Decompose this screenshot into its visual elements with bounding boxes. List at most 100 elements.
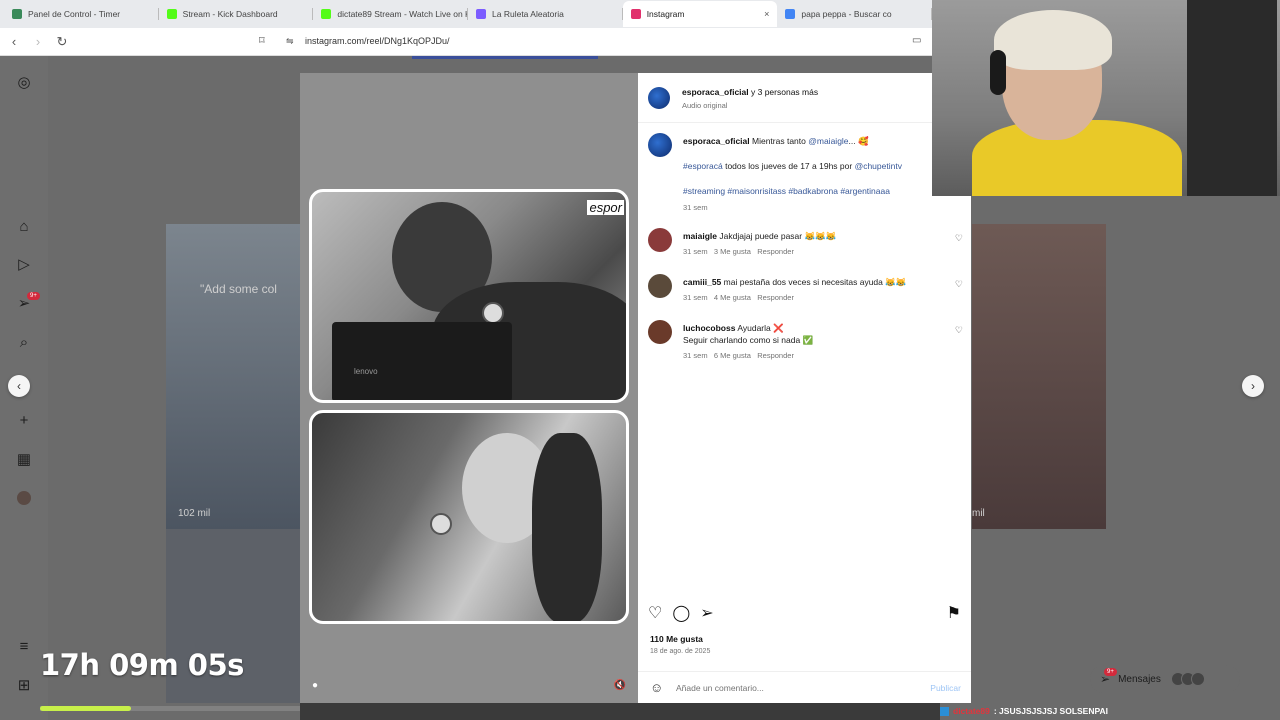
- previous-reel-button[interactable]: ‹: [8, 375, 30, 397]
- home-icon[interactable]: ⌂: [14, 216, 34, 236]
- like-count[interactable]: 110 Me gusta: [650, 634, 703, 644]
- like-icon[interactable]: ♡: [648, 603, 662, 623]
- tab-label: Instagram: [646, 9, 685, 19]
- publish-button[interactable]: Publicar: [930, 683, 961, 693]
- tab-favicon-icon: [785, 9, 796, 19]
- mute-icon[interactable]: 🔇: [614, 680, 626, 691]
- header-rest[interactable]: y 3 personas más: [751, 87, 818, 97]
- background-reel-right[interactable]: [972, 224, 1106, 529]
- comment-time: 31 sem: [683, 247, 708, 256]
- emoji-icon[interactable]: ☺: [650, 680, 663, 695]
- background-views-right: mil: [972, 508, 985, 519]
- browser-tab[interactable]: papa peppa - Buscar co: [777, 1, 932, 27]
- comment-time: 31 sem: [683, 293, 708, 302]
- caption-username[interactable]: esporaca_oficial: [683, 136, 750, 146]
- caption-mention[interactable]: @maiaigle: [808, 136, 848, 146]
- save-icon[interactable]: ⚑: [947, 603, 961, 623]
- top-accent: [412, 56, 598, 59]
- header-username[interactable]: esporaca_oficial: [682, 87, 749, 97]
- post-header: esporaca_oficial y 3 personas más Audio …: [638, 73, 971, 123]
- reel-video[interactable]: lenovo espor ● 🔇: [300, 73, 638, 703]
- comment-text: Jakdjajaj puede pasar 😹😹😹: [719, 231, 837, 241]
- instagram-logo-icon[interactable]: ◎: [14, 72, 34, 92]
- comment-likes[interactable]: 3 Me gusta: [714, 247, 751, 256]
- comment-avatar[interactable]: [648, 274, 672, 298]
- caption-text: Mientras tanto: [752, 136, 806, 146]
- share-icon[interactable]: ➢: [700, 603, 713, 623]
- comment-avatar[interactable]: [648, 228, 672, 252]
- comment-username[interactable]: luchocoboss: [683, 323, 735, 333]
- close-tab-icon[interactable]: ×: [764, 9, 769, 19]
- comment-text-line: luchocoboss Ayudarla ❌: [683, 323, 784, 334]
- post-panel: esporaca_oficial y 3 personas más Audio …: [638, 73, 971, 703]
- tab-favicon-icon: [630, 9, 641, 19]
- browser-tab[interactable]: Stream - Kick Dashboard: [159, 1, 314, 27]
- comment-username[interactable]: camiii_55: [683, 277, 721, 287]
- next-reel-button[interactable]: ›: [1242, 375, 1264, 397]
- reply-button[interactable]: Responder: [757, 247, 794, 256]
- comment-like-icon[interactable]: ♡: [955, 279, 963, 290]
- bottom-strip: [300, 703, 940, 720]
- reload-icon[interactable]: ↻: [52, 32, 72, 52]
- browser-tab[interactable]: Instagram ×: [622, 1, 778, 27]
- cast-icon[interactable]: ▭: [912, 35, 921, 46]
- tab-label: dictate89 Stream - Watch Live on Ki: [337, 9, 469, 19]
- browser-tab[interactable]: dictate89 Stream - Watch Live on Ki: [313, 1, 468, 27]
- comment-meta: 31 sem 6 Me gusta Responder: [683, 351, 794, 360]
- video-frame-top: lenovo espor: [309, 189, 629, 403]
- microphone: [430, 513, 452, 535]
- comment-like-icon[interactable]: ♡: [955, 233, 963, 244]
- caption-line-2: #esporacá todos los jueves de 17 a 19hs …: [683, 161, 902, 171]
- site-info-icon[interactable]: ⇋: [286, 36, 294, 47]
- dashboard-icon[interactable]: ▦: [14, 449, 34, 469]
- comment-time: 31 sem: [683, 351, 708, 360]
- search-icon[interactable]: ⌕: [14, 332, 34, 352]
- tab-favicon-icon: [321, 9, 332, 19]
- comment-like-icon[interactable]: ♡: [955, 325, 963, 336]
- chat-ticker: dictate89 : JSUSJSJSJSJ SOLSENPAI: [940, 704, 1108, 718]
- comment-likes[interactable]: 4 Me gusta: [714, 293, 751, 302]
- caption-hashtags[interactable]: #streaming #maisonrisitass #badkabrona #…: [683, 186, 890, 196]
- bookmark-icon[interactable]: ⌑: [259, 34, 265, 47]
- background-reel-left[interactable]: [166, 224, 300, 529]
- comment-likes[interactable]: 6 Me gusta: [714, 351, 751, 360]
- reels-icon[interactable]: ▷: [14, 254, 34, 274]
- create-icon[interactable]: +: [14, 410, 34, 430]
- more-menu-icon[interactable]: ≡: [14, 636, 34, 656]
- caption-mention-2[interactable]: @chupetintv: [855, 161, 902, 171]
- also-from-meta-icon[interactable]: ⊞: [14, 675, 34, 695]
- reply-button[interactable]: Responder: [757, 293, 794, 302]
- comment-input[interactable]: [676, 683, 906, 693]
- avatar: [1190, 672, 1205, 686]
- video-frame-bottom: [309, 410, 629, 624]
- tab-label: Panel de Control - Timer: [28, 9, 121, 19]
- comment-avatar[interactable]: [648, 320, 672, 344]
- person-hair: [532, 433, 602, 621]
- browser-tab[interactable]: Panel de Control - Timer: [4, 1, 159, 27]
- back-icon[interactable]: ‹: [4, 32, 24, 52]
- caption-avatar[interactable]: [648, 133, 672, 157]
- streamer-hair: [994, 10, 1112, 70]
- comment-text-2: Seguir charlando como si nada ✅: [683, 335, 814, 345]
- forward-icon[interactable]: ›: [28, 32, 48, 52]
- tagged-users-icon[interactable]: ●: [312, 680, 318, 691]
- laptop: lenovo: [332, 322, 512, 400]
- audio-label[interactable]: Audio original: [682, 101, 727, 110]
- reply-button[interactable]: Responder: [757, 351, 794, 360]
- browser-tab[interactable]: La Ruleta Aleatoria: [468, 1, 623, 27]
- caption-line-1: esporaca_oficial Mientras tanto @maiaigl…: [683, 136, 869, 147]
- caption-hashtag[interactable]: #esporacá: [683, 161, 723, 171]
- url-field[interactable]: instagram.com/reel/DNg1KqOPJDu/: [305, 36, 450, 46]
- background-views: 102 mil: [178, 508, 211, 519]
- messages-pill[interactable]: ➢ 9+ Mensajes: [1090, 665, 1240, 693]
- post-date: 18 de ago. de 2025: [650, 648, 711, 655]
- tab-label: Stream - Kick Dashboard: [182, 9, 278, 19]
- comment-meta: 31 sem 3 Me gusta Responder: [683, 247, 794, 256]
- comment-icon[interactable]: ◯: [672, 603, 690, 623]
- profile-avatar[interactable]: [14, 488, 34, 508]
- tab-label: papa peppa - Buscar co: [801, 9, 892, 19]
- address-bar: ‹ › ↻ ⌑ ⇋ instagram.com/reel/DNg1KqOPJDu…: [0, 28, 932, 56]
- stream-timer: 17h 09m 05s: [40, 648, 244, 682]
- author-avatar[interactable]: [648, 87, 670, 109]
- comment-username[interactable]: maiaigle: [683, 231, 717, 241]
